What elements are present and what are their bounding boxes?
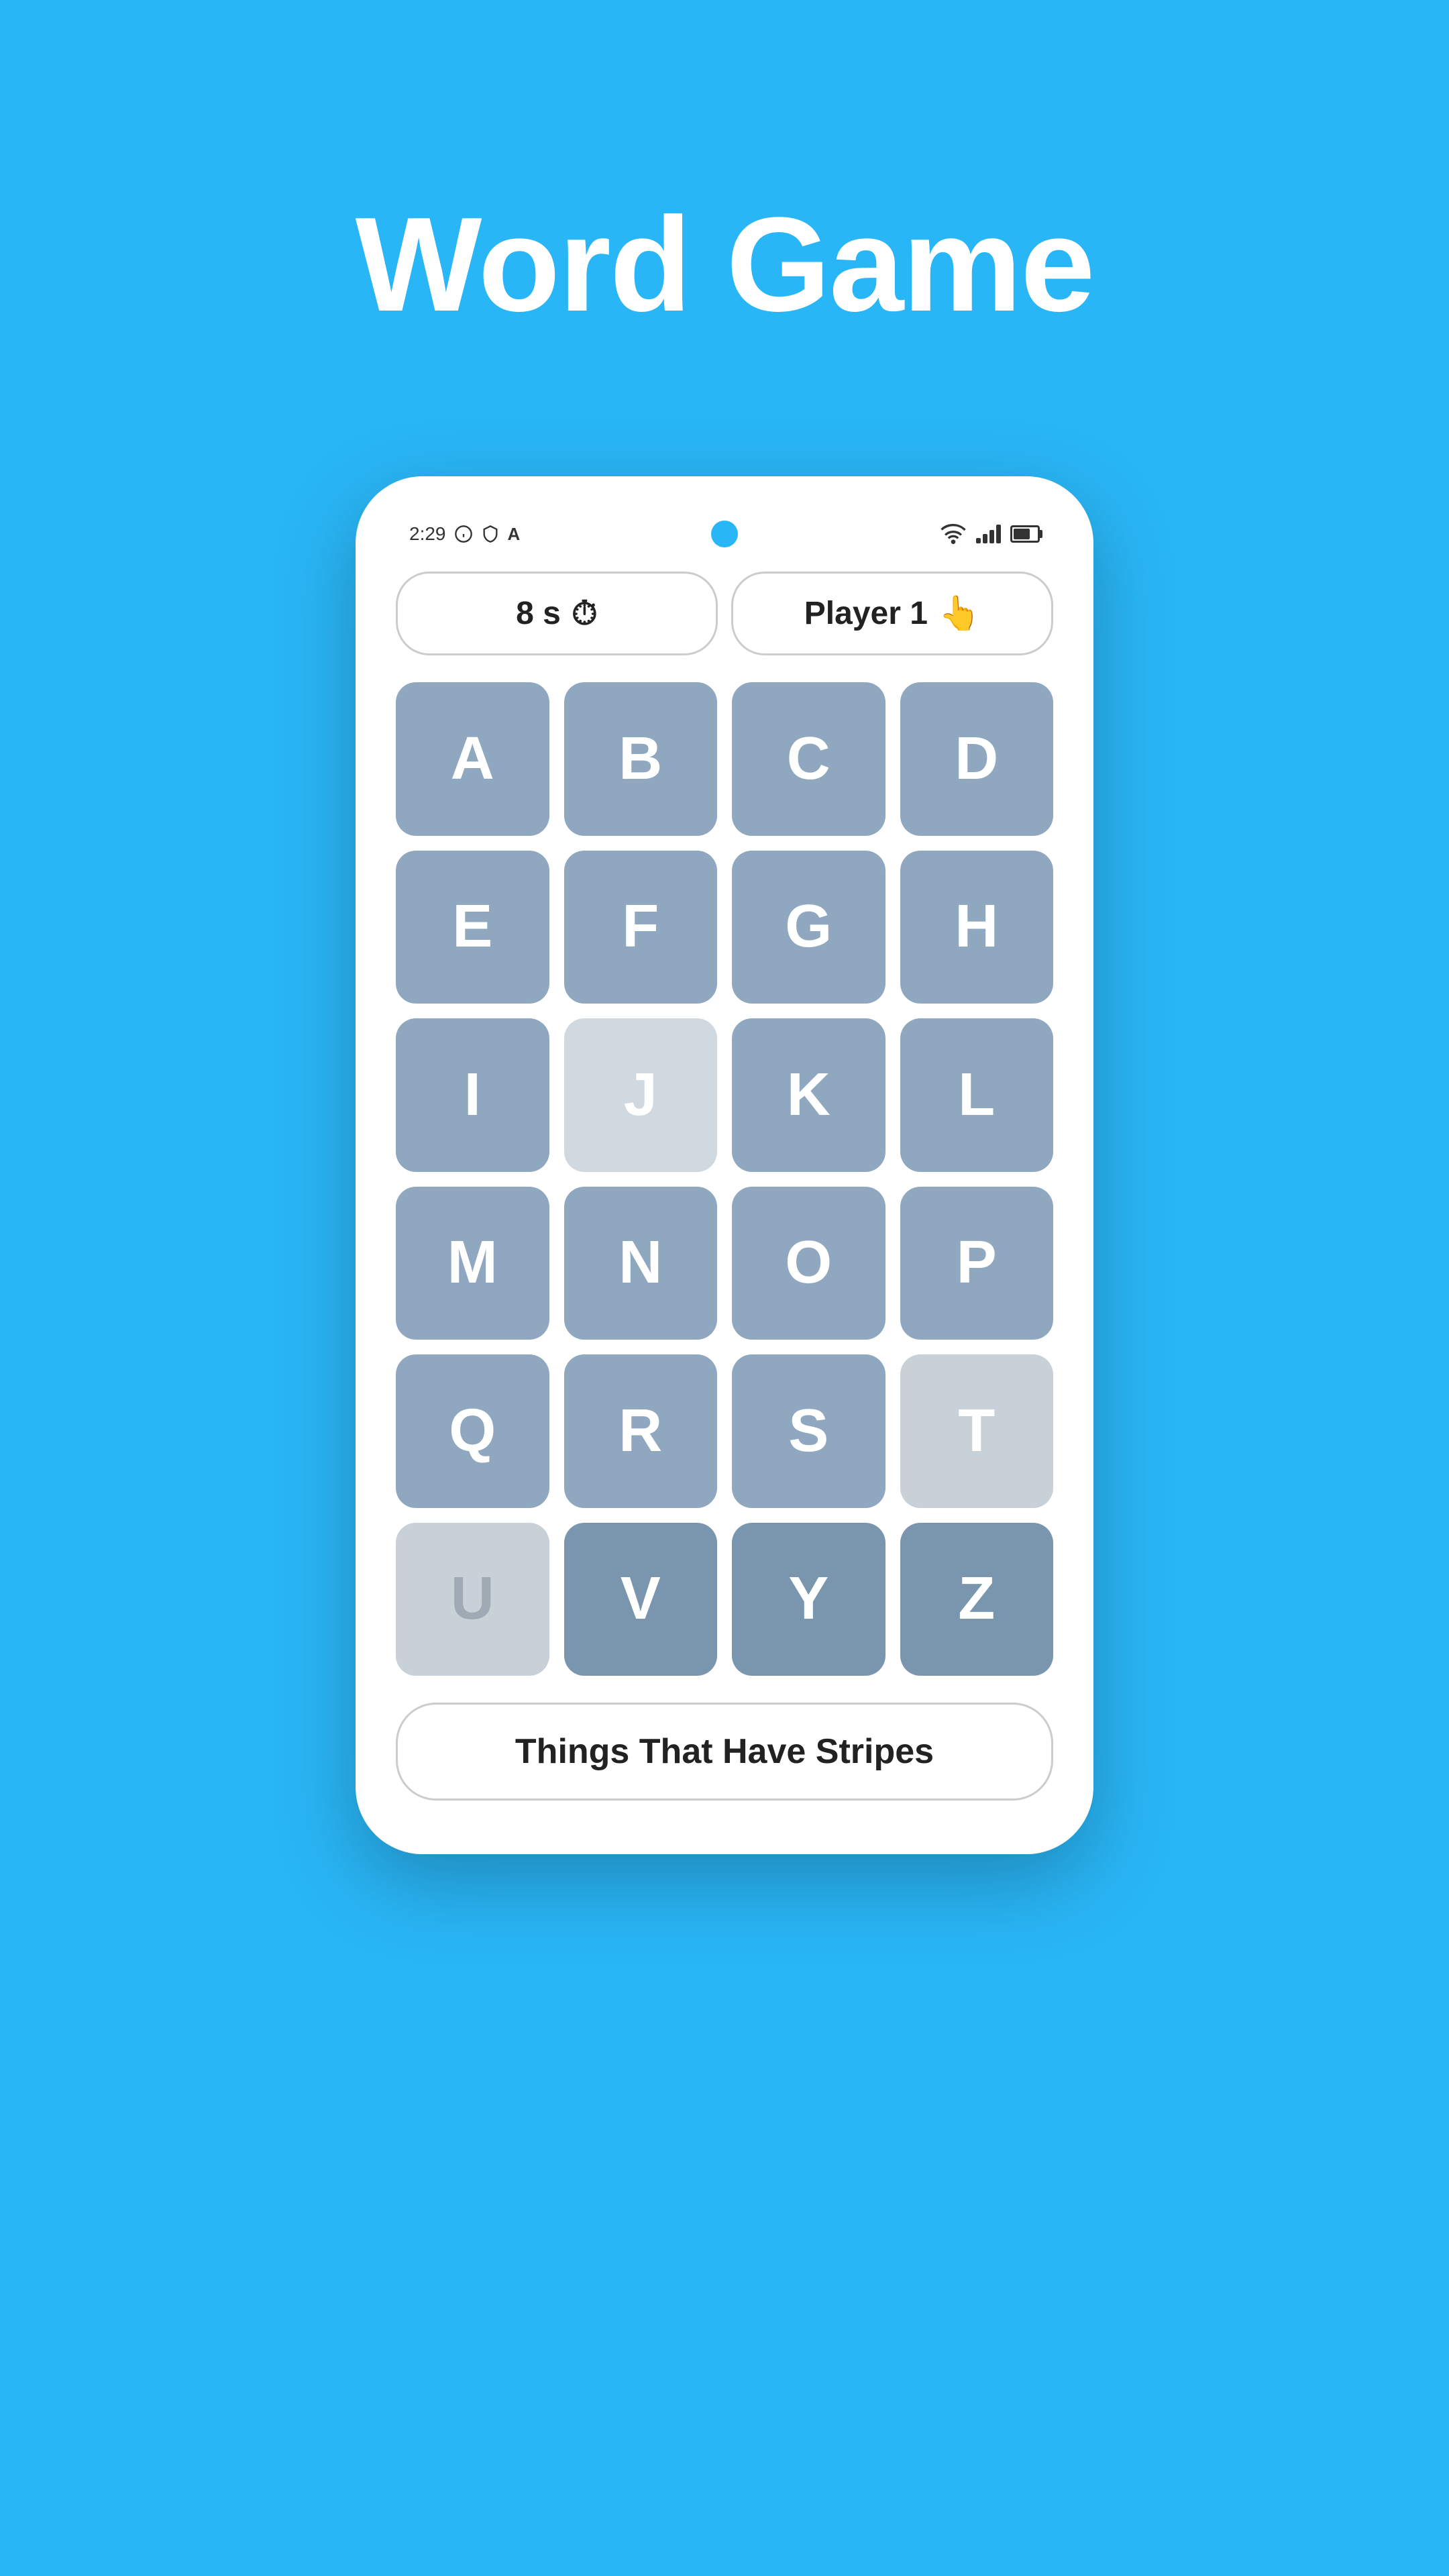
game-header: 8 s ⏱ Player 1 👆	[396, 572, 1053, 655]
letter-btn-k[interactable]: K	[732, 1018, 885, 1172]
player-label: Player 1	[804, 595, 928, 632]
battery-tip	[1040, 530, 1042, 538]
letter-grid: ABCD EFGH IJKL MNOP QRST UVYZ	[396, 682, 1053, 1676]
a-status-icon: A	[508, 524, 521, 545]
letter-btn-e[interactable]: E	[396, 851, 549, 1004]
timer-label: 8 s	[516, 595, 561, 632]
letter-btn-y[interactable]: Y	[732, 1523, 885, 1676]
letter-btn-d[interactable]: D	[900, 682, 1054, 836]
app-title: Word Game	[356, 188, 1094, 342]
letter-btn-a[interactable]: A	[396, 682, 549, 836]
letter-btn-z[interactable]: Z	[900, 1523, 1054, 1676]
letter-btn-m[interactable]: M	[396, 1187, 549, 1340]
status-bar: 2:29 A	[396, 517, 1053, 558]
letter-btn-g[interactable]: G	[732, 851, 885, 1004]
status-bar-right	[940, 524, 1040, 544]
camera-dot	[711, 521, 738, 547]
category-text: Things That Have Stripes	[515, 1731, 934, 1772]
signal-icon	[976, 525, 1001, 543]
info-icon	[454, 525, 473, 543]
letter-btn-s[interactable]: S	[732, 1354, 885, 1508]
battery-fill	[1014, 529, 1030, 539]
time-display: 2:29	[409, 523, 446, 545]
shield-icon	[481, 525, 500, 543]
letter-btn-i[interactable]: I	[396, 1018, 549, 1172]
letter-btn-f[interactable]: F	[564, 851, 718, 1004]
letter-btn-q[interactable]: Q	[396, 1354, 549, 1508]
letter-btn-n[interactable]: N	[564, 1187, 718, 1340]
letter-btn-u[interactable]: U	[396, 1523, 549, 1676]
letter-btn-o[interactable]: O	[732, 1187, 885, 1340]
letter-btn-v[interactable]: V	[564, 1523, 718, 1676]
letter-btn-l[interactable]: L	[900, 1018, 1054, 1172]
player-box[interactable]: Player 1 👆	[731, 572, 1053, 655]
battery-icon	[1010, 525, 1040, 543]
camera-notch	[711, 521, 738, 547]
wifi-icon	[940, 524, 967, 544]
letter-btn-t[interactable]: T	[900, 1354, 1054, 1508]
letter-btn-j[interactable]: J	[564, 1018, 718, 1172]
letter-btn-r[interactable]: R	[564, 1354, 718, 1508]
letter-btn-h[interactable]: H	[900, 851, 1054, 1004]
timer-box: 8 s ⏱	[396, 572, 718, 655]
phone-frame: 2:29 A	[356, 476, 1093, 1854]
timer-icon: ⏱	[572, 594, 598, 633]
letter-btn-c[interactable]: C	[732, 682, 885, 836]
hand-icon: 👆	[938, 594, 980, 633]
letter-btn-p[interactable]: P	[900, 1187, 1054, 1340]
status-bar-left: 2:29 A	[409, 523, 520, 545]
category-bar: Things That Have Stripes	[396, 1703, 1053, 1801]
letter-btn-b[interactable]: B	[564, 682, 718, 836]
